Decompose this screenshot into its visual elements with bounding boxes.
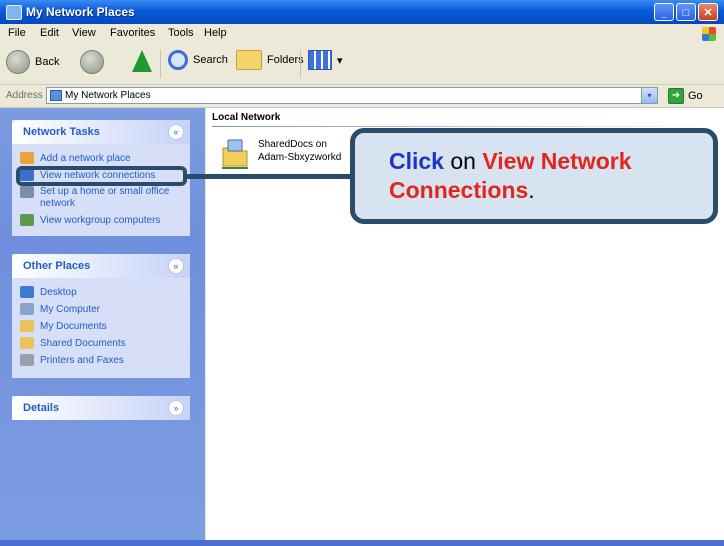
my-computer-icon bbox=[20, 303, 34, 315]
other-places-header[interactable]: Other Places « bbox=[12, 254, 190, 278]
place-label: Desktop bbox=[40, 287, 77, 298]
views-icon bbox=[308, 50, 332, 70]
collapse-chevron-icon[interactable]: « bbox=[168, 124, 184, 140]
address-field[interactable]: My Network Places ▾ bbox=[46, 87, 658, 104]
views-dropdown-arrow: ▾ bbox=[337, 54, 343, 67]
menu-bar: File Edit View Favorites Tools Help bbox=[0, 24, 724, 45]
other-places-list: Desktop My Computer My Documents Shared … bbox=[12, 278, 190, 369]
network-places-icon bbox=[6, 5, 22, 20]
window-controls: _ □ ✕ bbox=[654, 3, 718, 21]
place-label: Printers and Faxes bbox=[40, 355, 124, 366]
callout-connector bbox=[187, 174, 350, 179]
address-label: Address bbox=[6, 90, 43, 101]
back-label: Back bbox=[35, 56, 60, 68]
address-bar: Address My Network Places ▾ ➜ Go bbox=[0, 85, 724, 108]
minimize-button[interactable]: _ bbox=[654, 3, 674, 21]
menu-file[interactable]: File bbox=[8, 27, 26, 39]
search-button[interactable]: Search bbox=[168, 50, 228, 70]
go-arrow-icon[interactable]: ➜ bbox=[668, 88, 684, 104]
callout-text: Click on View Network Connections. bbox=[389, 147, 713, 205]
menu-favorites[interactable]: Favorites bbox=[110, 27, 155, 39]
up-folder-button[interactable] bbox=[132, 50, 152, 72]
my-documents-icon bbox=[20, 320, 34, 332]
network-tasks-header[interactable]: Network Tasks « bbox=[12, 120, 190, 144]
menu-edit[interactable]: Edit bbox=[40, 27, 59, 39]
toolbar: Back Search Folders ▾ bbox=[0, 44, 724, 85]
callout-period: . bbox=[528, 177, 535, 203]
explorer-window: My Network Places _ □ ✕ File Edit View F… bbox=[0, 0, 724, 546]
shared-documents-icon bbox=[20, 337, 34, 349]
place-my-documents[interactable]: My Documents bbox=[12, 318, 190, 335]
menu-tools[interactable]: Tools bbox=[168, 27, 194, 39]
task-view-workgroup-computers[interactable]: View workgroup computers bbox=[12, 212, 190, 229]
toolbar-separator bbox=[160, 50, 161, 78]
details-panel: Details » bbox=[12, 396, 190, 420]
go-button[interactable]: Go bbox=[688, 90, 703, 102]
place-printers-faxes[interactable]: Printers and Faxes bbox=[12, 352, 190, 369]
share-name-line1: SharedDocs on bbox=[258, 139, 327, 150]
other-places-panel: Other Places « Desktop My Computer My Do… bbox=[12, 254, 190, 378]
folders-icon bbox=[236, 50, 262, 70]
place-my-computer[interactable]: My Computer bbox=[12, 301, 190, 318]
add-network-place-icon bbox=[20, 152, 34, 164]
network-places-small-icon bbox=[50, 90, 62, 101]
network-share-item[interactable]: SharedDocs on Adam-Sbxyzworkd bbox=[258, 138, 341, 164]
title-bar: My Network Places _ □ ✕ bbox=[0, 0, 724, 25]
desktop-icon bbox=[20, 286, 34, 298]
printer-icon bbox=[20, 354, 34, 366]
window-title: My Network Places bbox=[26, 5, 135, 19]
task-label: Add a network place bbox=[40, 153, 131, 164]
highlight-box bbox=[16, 166, 187, 186]
network-tasks-title: Network Tasks bbox=[23, 126, 100, 138]
forward-button[interactable] bbox=[80, 50, 104, 74]
network-share-folder-icon[interactable] bbox=[220, 138, 250, 170]
place-shared-documents[interactable]: Shared Documents bbox=[12, 335, 190, 352]
share-name-line2: Adam-Sbxyzworkd bbox=[258, 152, 342, 163]
search-icon bbox=[168, 50, 188, 70]
windows-logo-icon bbox=[702, 27, 716, 41]
window-bottom-border bbox=[0, 540, 724, 546]
task-label: View workgroup computers bbox=[40, 215, 161, 226]
folders-label: Folders bbox=[267, 54, 304, 66]
task-add-network-place[interactable]: Add a network place bbox=[12, 150, 190, 167]
toolbar-separator bbox=[300, 50, 301, 78]
task-setup-home-network[interactable]: Set up a home or small office network bbox=[12, 184, 190, 212]
back-button[interactable]: Back bbox=[6, 50, 59, 74]
workgroup-icon bbox=[20, 214, 34, 226]
home-network-icon bbox=[20, 186, 34, 198]
views-button[interactable]: ▾ bbox=[308, 50, 343, 70]
network-tasks-list: Add a network place View network connect… bbox=[12, 144, 190, 229]
place-label: My Computer bbox=[40, 304, 101, 315]
address-dropdown-button[interactable]: ▾ bbox=[641, 88, 657, 103]
menu-view[interactable]: View bbox=[72, 27, 96, 39]
back-arrow-icon bbox=[6, 50, 30, 74]
place-label: Shared Documents bbox=[40, 338, 126, 349]
group-divider bbox=[212, 126, 718, 127]
callout-on: on bbox=[443, 148, 483, 174]
maximize-button[interactable]: □ bbox=[676, 3, 696, 21]
task-label: Set up a home or small office network bbox=[40, 186, 170, 209]
instruction-callout: Click on View Network Connections. bbox=[350, 128, 718, 224]
folders-button[interactable]: Folders bbox=[236, 50, 304, 70]
collapse-chevron-icon[interactable]: « bbox=[168, 258, 184, 274]
up-arrow-icon bbox=[132, 50, 152, 72]
expand-chevron-icon[interactable]: » bbox=[168, 400, 184, 416]
address-value: My Network Places bbox=[65, 90, 151, 101]
other-places-title: Other Places bbox=[23, 260, 91, 272]
forward-arrow-icon bbox=[80, 50, 104, 74]
group-header: Local Network bbox=[212, 112, 281, 123]
details-title: Details bbox=[23, 402, 60, 414]
close-button[interactable]: ✕ bbox=[698, 3, 718, 21]
search-label: Search bbox=[193, 54, 228, 66]
callout-click: Click bbox=[389, 148, 444, 174]
menu-help[interactable]: Help bbox=[204, 27, 227, 39]
place-label: My Documents bbox=[40, 321, 107, 332]
details-header[interactable]: Details » bbox=[12, 396, 190, 420]
place-desktop[interactable]: Desktop bbox=[12, 284, 190, 301]
